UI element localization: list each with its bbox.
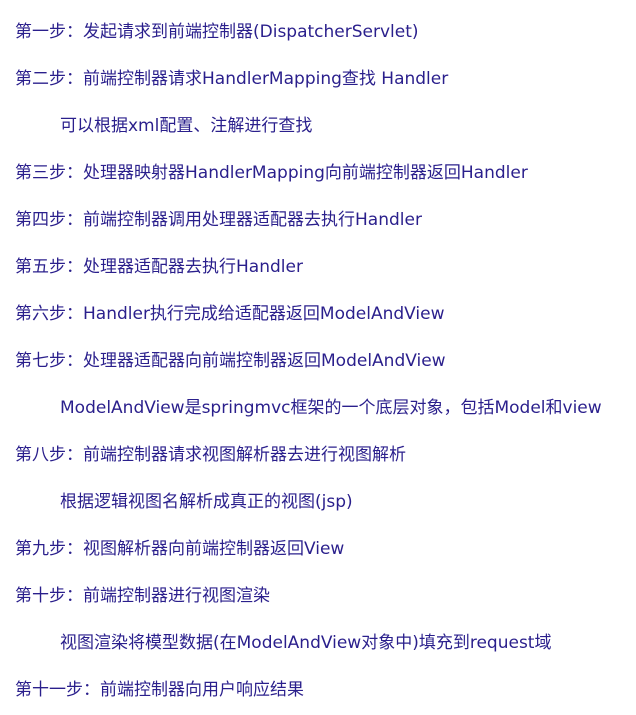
step-7-note: ModelAndView是springmvc框架的一个底层对象，包括Model和…	[60, 398, 602, 418]
step-9-text: 第九步：视图解析器向前端控制器返回View	[15, 539, 345, 559]
document-body: 第一步：发起请求到前端控制器(DispatcherServlet) 第二步：前端…	[0, 0, 636, 715]
step-4-text: 第四步：前端控制器调用处理器适配器去执行Handler	[15, 210, 422, 230]
step-2-note: 可以根据xml配置、注解进行查找	[60, 116, 313, 136]
step-1-text: 第一步：发起请求到前端控制器(DispatcherServlet)	[15, 22, 419, 42]
step-2-text: 第二步：前端控制器请求HandlerMapping查找 Handler	[15, 69, 449, 89]
step-10-text: 第十步：前端控制器进行视图渲染	[15, 586, 270, 606]
step-8-text: 第八步：前端控制器请求视图解析器去进行视图解析	[15, 445, 406, 465]
step-5-text: 第五步：处理器适配器去执行Handler	[15, 257, 303, 277]
step-11-text: 第十一步：前端控制器向用户响应结果	[15, 680, 304, 700]
step-7-text: 第七步：处理器适配器向前端控制器返回ModelAndView	[15, 351, 446, 371]
step-6-text: 第六步：Handler执行完成给适配器返回ModelAndView	[15, 304, 445, 324]
step-8-note: 根据逻辑视图名解析成真正的视图(jsp)	[60, 492, 353, 512]
step-10-note: 视图渲染将模型数据(在ModelAndView对象中)填充到request域	[60, 633, 552, 653]
step-3-text: 第三步：处理器映射器HandlerMapping向前端控制器返回Handler	[15, 163, 528, 183]
